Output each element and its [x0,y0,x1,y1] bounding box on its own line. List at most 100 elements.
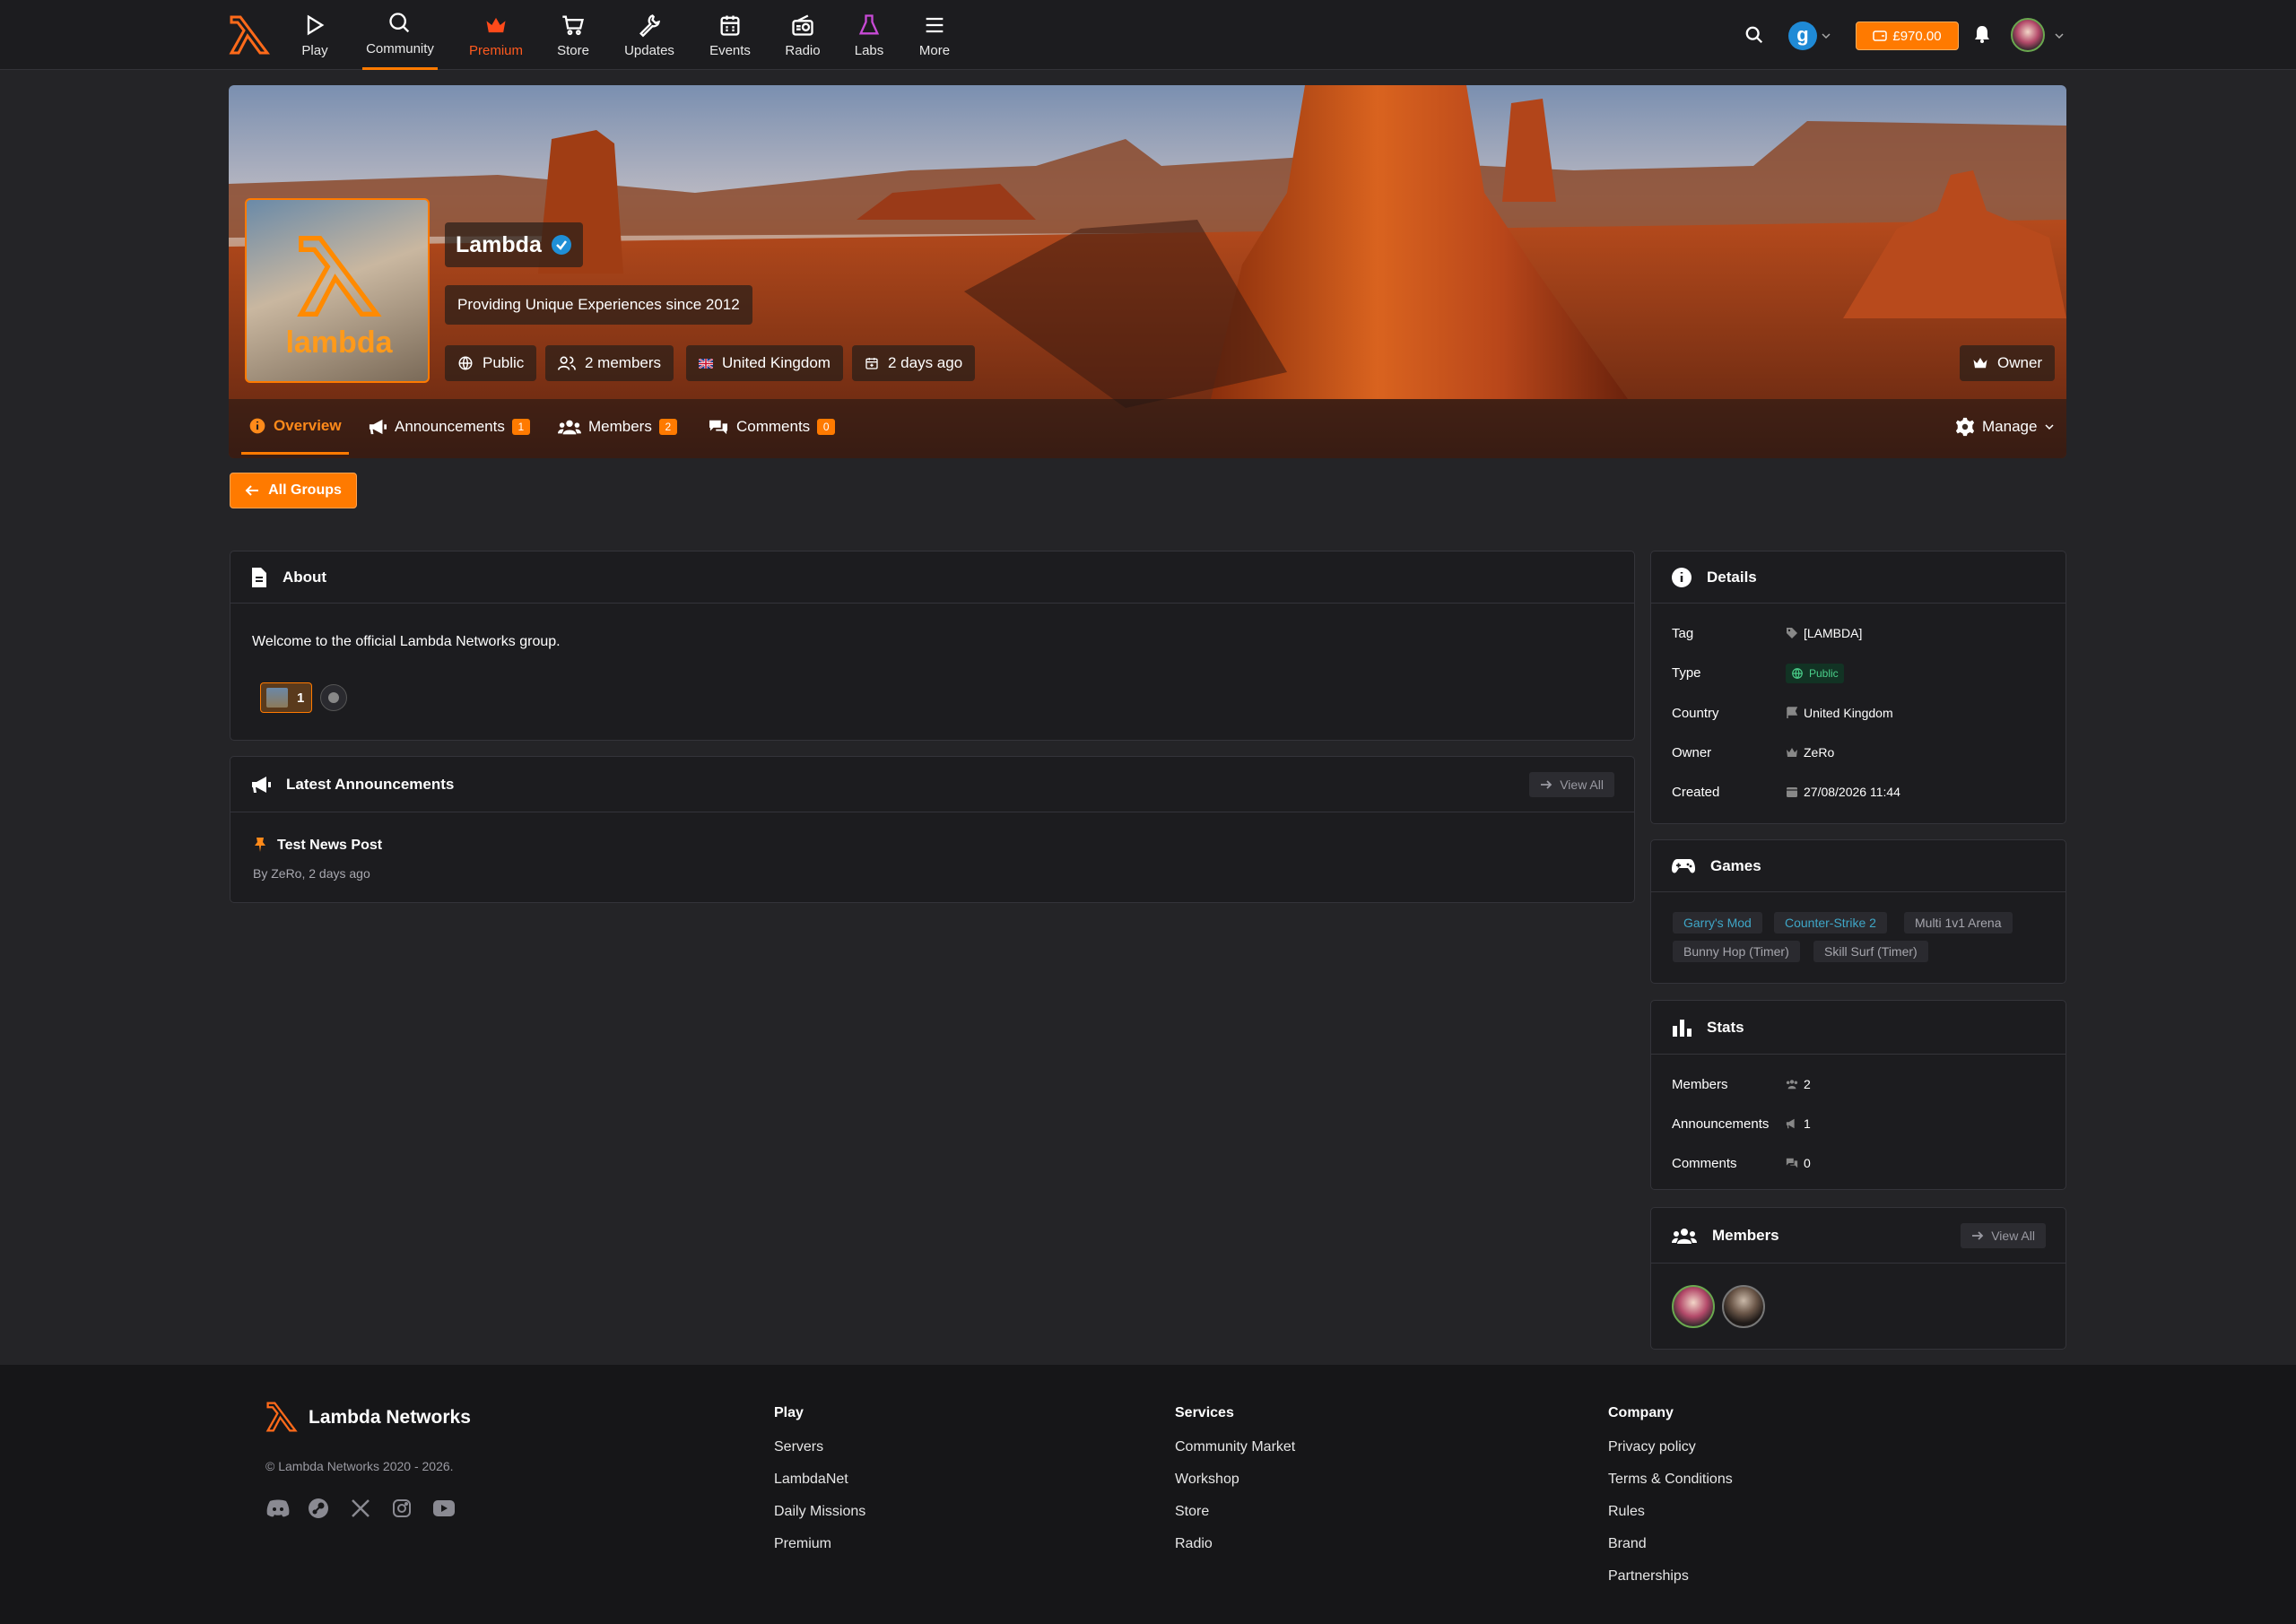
group-avatar-text: lambda [285,326,393,360]
chevron-down-icon[interactable] [2054,30,2065,41]
visibility-text: Public [483,354,525,371]
nav-more[interactable]: More [918,0,952,70]
country-value: United Kingdom [1804,706,1893,720]
youtube-icon[interactable] [432,1499,456,1517]
chevron-down-icon [2045,424,2054,430]
search-icon[interactable] [1744,25,1764,45]
footer-col-title-play: Play [774,1405,804,1420]
detail-value-tag: [LAMBDA] [1786,626,1862,640]
nav-store[interactable]: Store [555,0,591,70]
announcements-title: Latest Announcements [286,775,455,793]
game-tag[interactable]: Counter-Strike 2 [1774,912,1887,934]
footer-link[interactable]: Partnerships [1608,1568,1689,1585]
x-twitter-icon[interactable] [351,1498,370,1518]
footer-link[interactable]: LambdaNet [774,1472,848,1488]
nav-events[interactable]: Events [707,0,753,70]
members-view-all-button[interactable]: View All [1961,1222,2046,1248]
owner-value[interactable]: ZeRo [1804,745,1834,760]
emoji-icon [328,692,339,703]
lambda-logo[interactable] [226,12,273,58]
manage-dropdown[interactable]: Manage [1955,399,2055,455]
game-tag[interactable]: Bunny Hop (Timer) [1673,941,1800,962]
stat-label-comments: Comments [1672,1156,1737,1171]
steam-icon[interactable] [308,1498,329,1519]
users-icon [1786,1080,1798,1090]
role-text: Owner [1997,354,2043,371]
game-tag[interactable]: Multi 1v1 Arena [1904,912,2013,934]
gear-icon [1955,417,1975,437]
footer-link[interactable]: Brand [1608,1536,1647,1552]
visibility-pill: Public [445,345,537,381]
footer-link[interactable]: Terms & Conditions [1608,1472,1733,1488]
lambda-logo[interactable] [264,1399,300,1435]
member-avatar[interactable] [1672,1285,1715,1328]
wallet-balance-button[interactable]: £970.00 [1856,22,1959,50]
announcements-view-all-button[interactable]: View All [1529,771,1614,797]
cart-icon [562,15,584,35]
stat-label-announcements: Announcements [1672,1116,1770,1132]
info-icon [1672,567,1692,587]
tab-overview[interactable]: Overview [241,399,349,455]
discord-icon[interactable] [265,1498,291,1518]
bell-icon[interactable] [1973,24,1991,44]
wallet-icon [1873,30,1888,41]
footer-link[interactable]: Daily Missions [774,1504,865,1520]
footer-brand: Lambda Networks [309,1407,471,1428]
game-tag[interactable]: Garry's Mod [1673,912,1762,934]
lambdanet-avatar-icon[interactable]: g [1788,22,1817,50]
footer-link[interactable]: Workshop [1175,1472,1239,1488]
nav-premium[interactable]: Premium [467,0,525,70]
all-groups-button[interactable]: All Groups [230,473,357,508]
users-icon [558,420,581,435]
view-all-label: View All [1991,1228,2035,1243]
created-text: 2 days ago [888,354,963,371]
footer-link[interactable]: Privacy policy [1608,1439,1696,1455]
add-reaction-button[interactable] [320,684,347,711]
arrow-left-icon [245,485,259,496]
nav-radio-label: Radio [785,42,821,58]
user-avatar[interactable] [2011,18,2045,52]
group-avatar: lambda [245,198,430,383]
tab-announcements[interactable]: Announcements 1 [368,399,530,455]
group-tab-bar: Overview Announcements 1 Members 2 Comme… [229,399,2066,458]
crown-icon [1973,358,1987,369]
nav-play[interactable]: Play [299,0,331,70]
announcements-card: Latest Announcements View All Test News … [230,756,1635,903]
tab-members[interactable]: Members 2 [558,399,677,455]
calendar-icon [720,15,740,36]
nav-labs[interactable]: Labs [853,0,885,70]
radio-icon [792,13,813,36]
stat-comments-value: 0 [1804,1156,1811,1170]
game-tag[interactable]: Skill Surf (Timer) [1813,941,1928,962]
detail-label-country: Country [1672,706,1719,721]
play-icon [307,14,325,35]
announcement-post-meta: By ZeRo, 2 days ago [253,866,370,881]
footer: Lambda Networks © Lambda Networks 2020 -… [0,1365,2296,1624]
footer-link[interactable]: Store [1175,1504,1209,1520]
tab-announcements-label: Announcements [395,418,505,435]
footer-link[interactable]: Community Market [1175,1439,1295,1455]
tab-count-badge: 0 [817,419,836,435]
reaction-button[interactable]: 1 [260,682,312,713]
tab-comments[interactable]: Comments 0 [708,399,836,455]
megaphone-icon [252,776,271,793]
instagram-icon[interactable] [392,1498,412,1518]
footer-link[interactable]: Radio [1175,1536,1213,1552]
top-navbar: Play Community Premium Store Updates Eve… [0,0,2296,70]
chevron-down-icon[interactable] [1821,30,1831,41]
footer-link[interactable]: Servers [774,1439,823,1455]
footer-link[interactable]: Rules [1608,1504,1645,1520]
type-value: Public [1809,667,1839,680]
nav-community[interactable]: Community [362,0,438,70]
announcement-post-title[interactable]: Test News Post [277,838,382,854]
nav-labs-label: Labs [854,42,884,58]
nav-updates[interactable]: Updates [621,0,678,70]
stat-members-value: 2 [1804,1077,1811,1091]
users-icon [1672,1228,1697,1244]
nav-radio[interactable]: Radio [784,0,822,70]
members-header: Members View All [1651,1208,2066,1264]
footer-link[interactable]: Premium [774,1536,831,1552]
details-title: Details [1707,568,1757,586]
member-avatar[interactable] [1722,1285,1765,1328]
pin-icon [255,838,265,852]
